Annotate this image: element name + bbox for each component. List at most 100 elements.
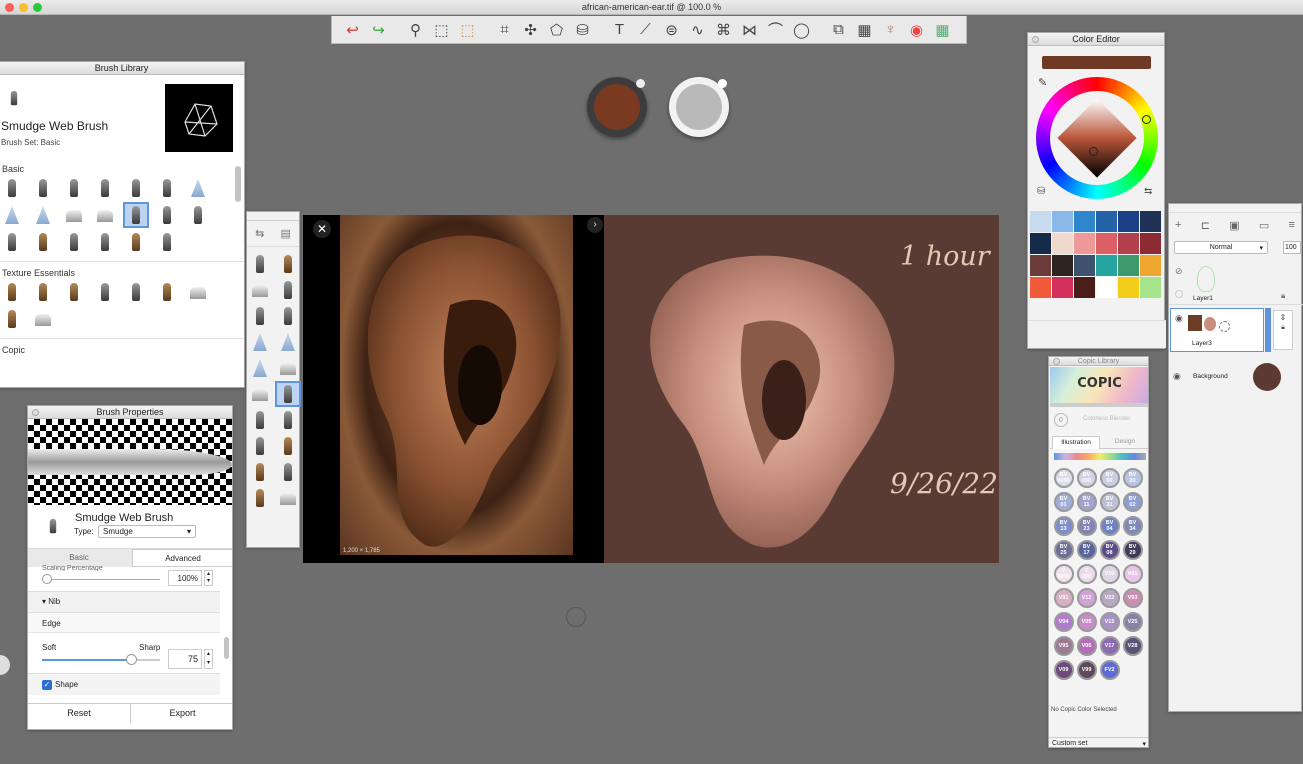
shape-checkbox[interactable]: ✓ [42,680,52,690]
palette-brush-icon[interactable] [277,331,299,353]
palette-settings-icon[interactable]: ⇆ [255,227,264,240]
color-swatch[interactable] [1118,277,1139,298]
puck-handle[interactable] [0,655,10,675]
close-reference-icon[interactable]: ✕ [313,220,331,238]
color-swatch[interactable] [1096,277,1117,298]
current-color-bar[interactable] [1042,56,1151,69]
custom-set-select[interactable]: Custom set ▾ [1049,737,1148,747]
palette-brush-icon[interactable] [249,409,271,431]
nib-section-header[interactable]: ▾ Nib [42,597,60,606]
palette-brush-icon[interactable] [249,357,271,379]
copic-marker[interactable]: V04 [1053,612,1074,632]
grid-icon[interactable]: ▦ [932,19,953,40]
palette-brush-icon[interactable] [277,487,299,509]
tab-design[interactable]: Design [1102,436,1148,449]
palette-brush-selected-icon[interactable] [275,381,301,407]
palette-brush-icon[interactable] [249,383,271,405]
color-swatch[interactable] [1030,233,1051,254]
color-swatch[interactable] [1140,233,1161,254]
export-button[interactable]: Export [131,704,232,723]
color-swatch[interactable] [1140,211,1161,232]
symmetry-icon[interactable]: ⋈ [739,19,760,40]
copic-marker[interactable]: V12 [1076,588,1097,608]
copic-marker[interactable]: V17 [1099,636,1120,656]
background-color-swatch[interactable] [1253,363,1281,391]
color-swatch[interactable] [1118,211,1139,232]
french-curve-icon[interactable]: ∿ [687,19,708,40]
palette-brush-icon[interactable] [277,279,299,301]
layer-row-layer1[interactable]: ⊘ Layer1 🔒︎ [1169,261,1303,305]
copic-marker[interactable]: V22 [1099,588,1120,608]
palette-brush-icon[interactable] [249,279,271,301]
copic-marker[interactable]: BV 25 [1053,540,1074,560]
palette-brush-icon[interactable] [249,435,271,457]
brush-icon[interactable] [1,177,23,199]
color-swatch[interactable] [1096,211,1117,232]
copic-marker[interactable]: V91 [1053,588,1074,608]
palette-brush-icon[interactable] [277,305,299,327]
brush-icon[interactable] [32,281,54,303]
color-swatch[interactable] [1096,233,1117,254]
color-swatch[interactable] [1074,277,1095,298]
foreground-color-puck[interactable] [587,77,647,137]
brush-icon[interactable] [125,177,147,199]
type-select[interactable]: Smudge ▾ [98,525,196,538]
brush-icon[interactable] [63,204,85,226]
add-group-icon[interactable]: ⊏ [1201,219,1210,232]
brushes-icon[interactable]: ♆ [880,19,901,40]
copic-marker[interactable]: V05 [1076,612,1097,632]
color-swatch[interactable] [1074,211,1095,232]
close-panel-icon[interactable] [1032,36,1039,43]
palette-brush-icon[interactable] [277,357,299,379]
fill-icon[interactable]: ⛁ [572,19,593,40]
scaling-stepper[interactable]: ▴ ▾ [204,570,213,586]
scaling-slider[interactable] [42,579,160,580]
brush-icon[interactable] [1,308,23,330]
brush-icon[interactable] [156,231,178,253]
color-swatch[interactable] [1074,255,1095,276]
copic-color-family-strip[interactable] [1054,453,1146,460]
magic-wand-icon[interactable]: ✣ [520,19,541,40]
shape-icon[interactable]: ◯ [791,19,812,40]
copic-marker[interactable]: BV 17 [1076,540,1097,560]
palette-brush-icon[interactable] [249,305,271,327]
lock-icon[interactable]: 🔒︎ [1281,291,1285,301]
copic-marker[interactable]: BV 20 [1122,468,1143,488]
color-swatch[interactable] [1140,277,1161,298]
palette-brush-icon[interactable] [277,461,299,483]
copic-marker[interactable]: FV2 [1099,660,1120,680]
color-swatch[interactable] [1052,233,1073,254]
blend-mode-select[interactable]: Normal ▾ [1174,241,1268,254]
copic-marker[interactable]: V 000 [1076,564,1097,584]
color-settings-icon[interactable]: ⇆ [1144,186,1152,197]
copic-marker[interactable]: V01 [1122,564,1143,584]
color-swatch[interactable] [1030,255,1051,276]
palette-layout-icon[interactable]: ▤ [281,227,291,240]
brush-icon[interactable] [94,281,116,303]
palette-brush-icon[interactable] [249,253,271,275]
brush-icon[interactable] [94,177,116,199]
brush-icon[interactable] [32,177,54,199]
copic-marker[interactable]: BV 02 [1122,492,1143,512]
copic-marker[interactable]: BV 08 [1099,540,1120,560]
color-mode-icon[interactable]: ⛁ [1037,186,1045,197]
properties-scrollbar[interactable] [224,637,229,659]
brush-library-scrollbar[interactable] [235,166,241,202]
color-swatch[interactable] [1030,277,1051,298]
palette-brush-icon[interactable] [249,487,271,509]
palette-brush-icon[interactable] [277,409,299,431]
layer-options[interactable]: ⇕ 🔒︎ [1273,310,1293,350]
brush-icon[interactable] [94,204,116,226]
text-icon[interactable]: T [609,19,630,40]
opacity-input[interactable]: 100 [1283,241,1301,254]
lock-icon[interactable]: 🔒︎ [1281,324,1285,331]
copic-marker[interactable]: V09 [1053,660,1074,680]
close-panel-icon[interactable] [32,409,39,416]
stroke-icon[interactable]: ⌒ [765,19,786,40]
redo-icon[interactable]: ↪ [368,19,389,40]
brush-icon[interactable] [63,231,85,253]
transform-icon[interactable]: ⬠ [546,19,567,40]
rect-select-icon[interactable]: ⬚ [431,19,452,40]
edge-slider[interactable] [42,659,160,661]
brush-icon[interactable] [94,231,116,253]
